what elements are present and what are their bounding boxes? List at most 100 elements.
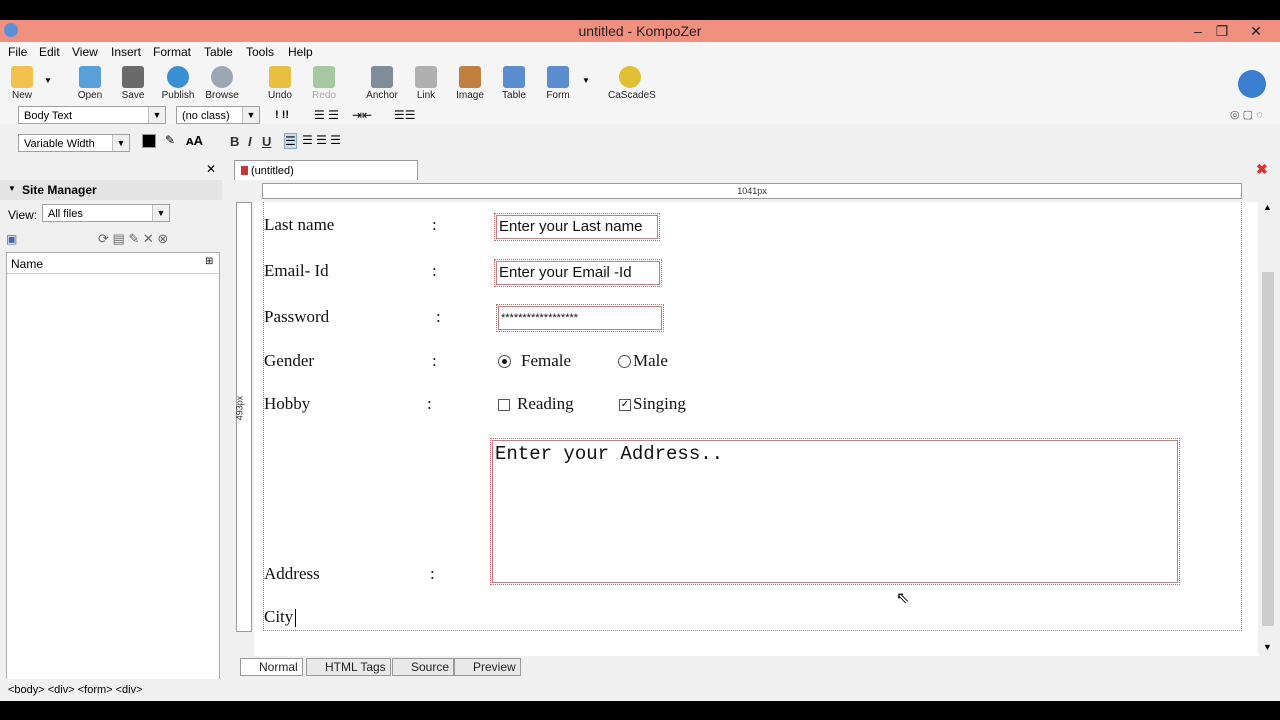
gender-colon: : [432, 351, 437, 370]
save-icon [122, 66, 144, 88]
file-list[interactable]: Name ⊞ [6, 252, 220, 680]
view-label: View: [8, 208, 38, 222]
view-select[interactable]: All files ▼ [42, 204, 170, 222]
new-dropdown-icon[interactable]: ▼ [44, 76, 52, 85]
lastname-input[interactable]: Enter your Last name [494, 213, 660, 241]
redo-label: Redo [312, 90, 336, 101]
publish-icon [167, 66, 189, 88]
paragraph-format-select[interactable]: Body Text ▼ [18, 106, 166, 124]
image-icon [459, 66, 481, 88]
password-input[interactable]: ****************** [496, 304, 664, 332]
scroll-down-icon[interactable]: ▼ [1263, 642, 1272, 652]
menu-edit[interactable]: Edit [39, 45, 60, 59]
align-justify-icons[interactable]: ☰ ☰ ☰ [302, 133, 341, 147]
collapse-icon[interactable]: ▼ [8, 184, 16, 193]
singing-checkbox[interactable]: ✓ [619, 399, 631, 411]
save-button[interactable]: Save [111, 66, 155, 101]
new-button[interactable]: New [0, 66, 44, 101]
publish-button[interactable]: Publish [156, 66, 200, 101]
open-button[interactable]: Open [68, 66, 112, 101]
email-input[interactable]: Enter your Email -Id [494, 259, 662, 287]
scrollbar-thumb[interactable] [1262, 272, 1274, 626]
italic-button[interactable]: I [248, 134, 252, 149]
indent-icon[interactable]: ⇥⇤ [352, 108, 372, 122]
undo-label: Undo [268, 90, 292, 101]
editor-area: (untitled) ✖ 1041px 493px Last name : En… [232, 158, 1280, 680]
anchor-button[interactable]: Anchor [360, 66, 404, 101]
menu-view[interactable]: View [72, 45, 98, 59]
close-tab-icon[interactable]: ✖ [1256, 161, 1268, 178]
gender-label: Gender [264, 351, 315, 370]
align-left-icon[interactable]: ☰ [284, 133, 297, 149]
menu-bar: File Edit View Insert Format Table Tools… [0, 42, 1280, 62]
form-label: Form [546, 90, 570, 101]
hobby-colon: : [427, 394, 432, 413]
browse-button[interactable]: Browse [200, 66, 244, 101]
reading-checkbox[interactable] [498, 399, 510, 411]
image-button[interactable]: Image [448, 66, 492, 101]
menu-insert[interactable]: Insert [111, 45, 141, 59]
class-select[interactable]: (no class) ▼ [176, 106, 260, 124]
address-colon: : [430, 564, 435, 583]
undo-button[interactable]: Undo [258, 66, 302, 101]
vertical-scrollbar[interactable]: ▲ ▼ [1258, 202, 1278, 654]
tab-source[interactable]: Source [392, 658, 455, 676]
site-icon[interactable]: ▣ [6, 232, 17, 246]
sidebar-close-icon[interactable]: ✕ [206, 162, 216, 176]
underline-button[interactable]: U [262, 134, 271, 149]
site-action-icons[interactable]: ⟳ ▤ ✎ ✕ ⊗ [98, 231, 168, 247]
bullet-list-icon[interactable]: ☰ ☰ [314, 108, 339, 122]
scroll-up-icon[interactable]: ▲ [1263, 202, 1272, 212]
menu-file[interactable]: File [8, 45, 27, 59]
form-dropdown-icon[interactable]: ▼ [582, 76, 590, 85]
male-radio[interactable] [618, 355, 631, 368]
column-picker-icon[interactable]: ⊞ [205, 256, 213, 267]
view-value: All files [48, 208, 83, 220]
chevron-down-icon: ▼ [112, 135, 129, 151]
numbered-list-icon[interactable]: ! !! [275, 109, 289, 121]
link-button[interactable]: Link [404, 66, 448, 101]
image-label: Image [456, 90, 484, 101]
tab-preview[interactable]: Preview [454, 658, 521, 676]
text-color-icon[interactable] [142, 134, 156, 148]
font-select[interactable]: Variable Width ▼ [18, 134, 130, 152]
tab-normal-label: Normal [259, 660, 298, 674]
restore-button[interactable]: ❐ [1210, 22, 1234, 40]
redo-button[interactable]: Redo [302, 66, 346, 101]
table-button[interactable]: Table [492, 66, 536, 101]
tab-normal[interactable]: Normal [240, 658, 303, 676]
singing-label: Singing [633, 394, 686, 413]
female-label: Female [521, 351, 572, 370]
status-bar[interactable]: <body> <div> <form> <div> [0, 679, 1280, 701]
tab-html-tags-label: HTML Tags [325, 660, 386, 674]
hobby-label: Hobby [264, 394, 311, 413]
female-radio[interactable] [498, 355, 511, 368]
menu-tools[interactable]: Tools [246, 45, 274, 59]
class-value: (no class) [182, 110, 230, 122]
mouse-cursor-icon: ⇖ [896, 590, 910, 607]
cascades-button[interactable]: CaScadeS [608, 66, 656, 101]
minimize-button[interactable]: – [1186, 22, 1210, 40]
align-icon[interactable]: ☰☰ [394, 108, 416, 122]
redo-icon [313, 66, 335, 88]
new-label: New [11, 90, 32, 101]
menu-help[interactable]: Help [288, 45, 313, 59]
horizontal-ruler: 1041px [262, 183, 1242, 199]
font-size-icon[interactable]: ᴀA [186, 133, 203, 148]
link-label: Link [416, 90, 436, 101]
menu-format[interactable]: Format [153, 45, 191, 59]
file-list-header: Name ⊞ [7, 253, 219, 274]
lastname-colon: : [432, 215, 437, 234]
bold-button[interactable]: B [230, 134, 239, 149]
sidebar-tool-icons[interactable]: ◎ ▢ ◌ [1230, 108, 1263, 121]
email-colon: : [432, 261, 437, 280]
menu-table[interactable]: Table [204, 45, 233, 59]
document-page[interactable]: Last name : Enter your Last name Email- … [254, 202, 1259, 656]
address-textarea[interactable]: Enter your Address.. [490, 438, 1180, 585]
name-column-header[interactable]: Name [11, 257, 43, 271]
document-tab[interactable]: (untitled) [234, 160, 418, 180]
tab-html-tags[interactable]: HTML Tags [306, 658, 391, 676]
close-button[interactable]: ✕ [1244, 22, 1268, 40]
highlight-icon[interactable]: ✎ [165, 133, 175, 147]
form-button[interactable]: Form [536, 66, 580, 101]
